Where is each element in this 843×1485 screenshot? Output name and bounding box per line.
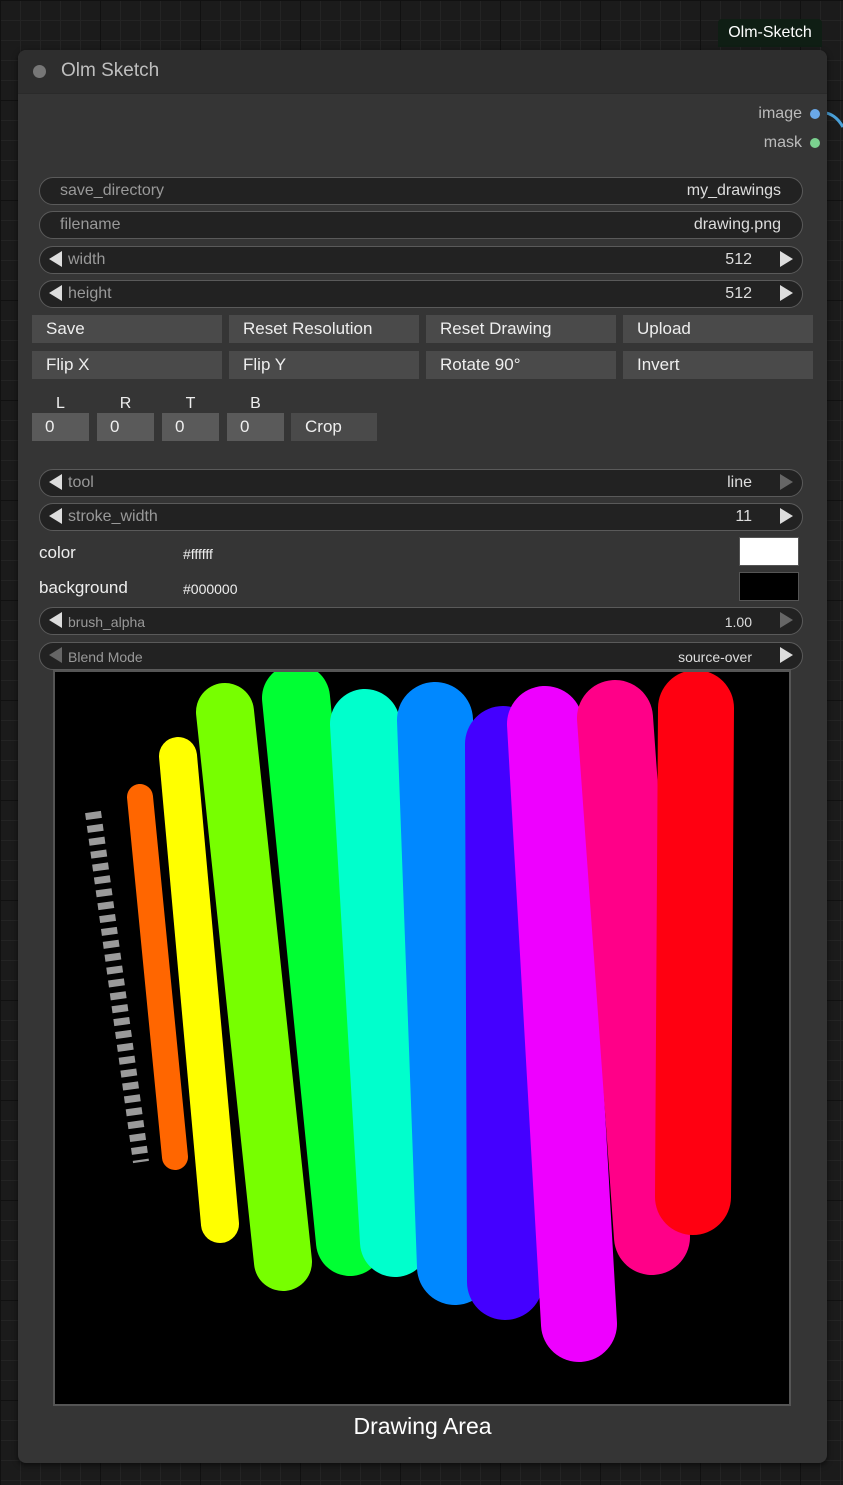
- stroke-5: [330, 689, 430, 1277]
- field-value: my_drawings: [686, 182, 781, 199]
- decrement-arrow-icon[interactable]: [49, 612, 62, 628]
- field-label: stroke_width: [68, 508, 158, 525]
- increment-arrow-icon[interactable]: [780, 612, 793, 628]
- field-value: 512: [725, 285, 752, 302]
- rotate-90-button[interactable]: Rotate 90°: [426, 351, 616, 379]
- node-header[interactable]: Olm Sketch: [18, 50, 827, 94]
- reset-resolution-button[interactable]: Reset Resolution: [229, 315, 419, 343]
- crop-right-input[interactable]: 0: [97, 413, 154, 441]
- save-button[interactable]: Save: [32, 315, 222, 343]
- decrement-arrow-icon[interactable]: [49, 251, 62, 267]
- upload-button[interactable]: Upload: [623, 315, 813, 343]
- field-value: drawing.png: [693, 216, 781, 233]
- crop-left-label: L: [56, 395, 65, 412]
- decrement-arrow-icon[interactable]: [49, 508, 62, 524]
- output-wire: [826, 111, 843, 128]
- flip-y-button[interactable]: Flip Y: [229, 351, 419, 379]
- height-stepper[interactable]: height 512: [39, 280, 803, 308]
- increment-arrow-icon[interactable]: [780, 251, 793, 267]
- filename-field[interactable]: filename drawing.png: [39, 211, 803, 239]
- background-swatch[interactable]: [739, 572, 799, 601]
- field-label: save_directory: [60, 182, 165, 199]
- reset-drawing-button[interactable]: Reset Drawing: [426, 315, 616, 343]
- stroke-7: [465, 706, 543, 1320]
- crop-bottom-input[interactable]: 0: [227, 413, 284, 441]
- field-label: Blend Mode: [68, 649, 143, 665]
- previous-arrow-icon[interactable]: [49, 647, 62, 663]
- node-type-badge: Olm-Sketch: [718, 19, 822, 47]
- flip-x-button[interactable]: Flip X: [32, 351, 222, 379]
- previous-arrow-icon[interactable]: [49, 474, 62, 490]
- brush-alpha-slider[interactable]: brush_alpha 1.00: [39, 607, 803, 635]
- stroke-10: [655, 670, 734, 1235]
- save-directory-field[interactable]: save_directory my_drawings: [39, 177, 803, 205]
- increment-arrow-icon[interactable]: [780, 285, 793, 301]
- field-value: line: [727, 474, 752, 491]
- output-slot-icon[interactable]: [810, 109, 820, 119]
- crop-bottom-label: B: [250, 395, 261, 412]
- color-hex: #ffffff: [183, 546, 213, 562]
- stroke-width-stepper[interactable]: stroke_width 11: [39, 503, 803, 531]
- field-value: 1.00: [724, 614, 752, 630]
- output-slot-icon[interactable]: [810, 138, 820, 148]
- field-value: source-over: [678, 649, 752, 665]
- drawing-canvas[interactable]: [53, 664, 791, 1406]
- decrement-arrow-icon[interactable]: [49, 285, 62, 301]
- tool-selector[interactable]: tool line: [39, 469, 803, 497]
- field-label: width: [68, 251, 106, 268]
- field-label: height: [68, 285, 112, 302]
- blend-mode-selector[interactable]: Blend Mode source-over: [39, 642, 803, 670]
- stroke-8: [507, 686, 617, 1362]
- crop-right-label: R: [119, 395, 132, 412]
- olm-sketch-node[interactable]: Olm Sketch image mask save_directory my_…: [18, 50, 827, 1463]
- stroke-6: [397, 682, 493, 1305]
- crop-top-label: T: [185, 395, 196, 412]
- next-arrow-icon[interactable]: [780, 474, 793, 490]
- field-value: 11: [735, 508, 752, 525]
- next-arrow-icon[interactable]: [780, 647, 793, 663]
- crop-top-input[interactable]: 0: [162, 413, 219, 441]
- field-value: 512: [725, 251, 752, 268]
- collapse-dot-icon[interactable]: [33, 65, 46, 78]
- invert-button[interactable]: Invert: [623, 351, 813, 379]
- color-swatch[interactable]: [739, 537, 799, 566]
- field-label: filename: [60, 216, 121, 233]
- crop-button[interactable]: Crop: [291, 413, 377, 441]
- field-label: brush_alpha: [68, 614, 146, 630]
- output-image[interactable]: image: [758, 105, 820, 123]
- crop-left-input[interactable]: 0: [32, 413, 89, 441]
- field-label: tool: [68, 474, 94, 491]
- stroke-9: [577, 680, 690, 1275]
- increment-arrow-icon[interactable]: [780, 508, 793, 524]
- background-label: background: [39, 578, 128, 597]
- output-label: image: [758, 105, 802, 122]
- node-title: Olm Sketch: [61, 60, 160, 81]
- width-stepper[interactable]: width 512: [39, 246, 803, 274]
- drawing-strokes: [85, 664, 734, 1362]
- output-mask[interactable]: mask: [764, 134, 820, 152]
- output-label: mask: [763, 134, 802, 151]
- color-label: color: [39, 543, 76, 562]
- drawing-area-caption: Drawing Area: [353, 1413, 492, 1439]
- background-hex: #000000: [183, 581, 238, 597]
